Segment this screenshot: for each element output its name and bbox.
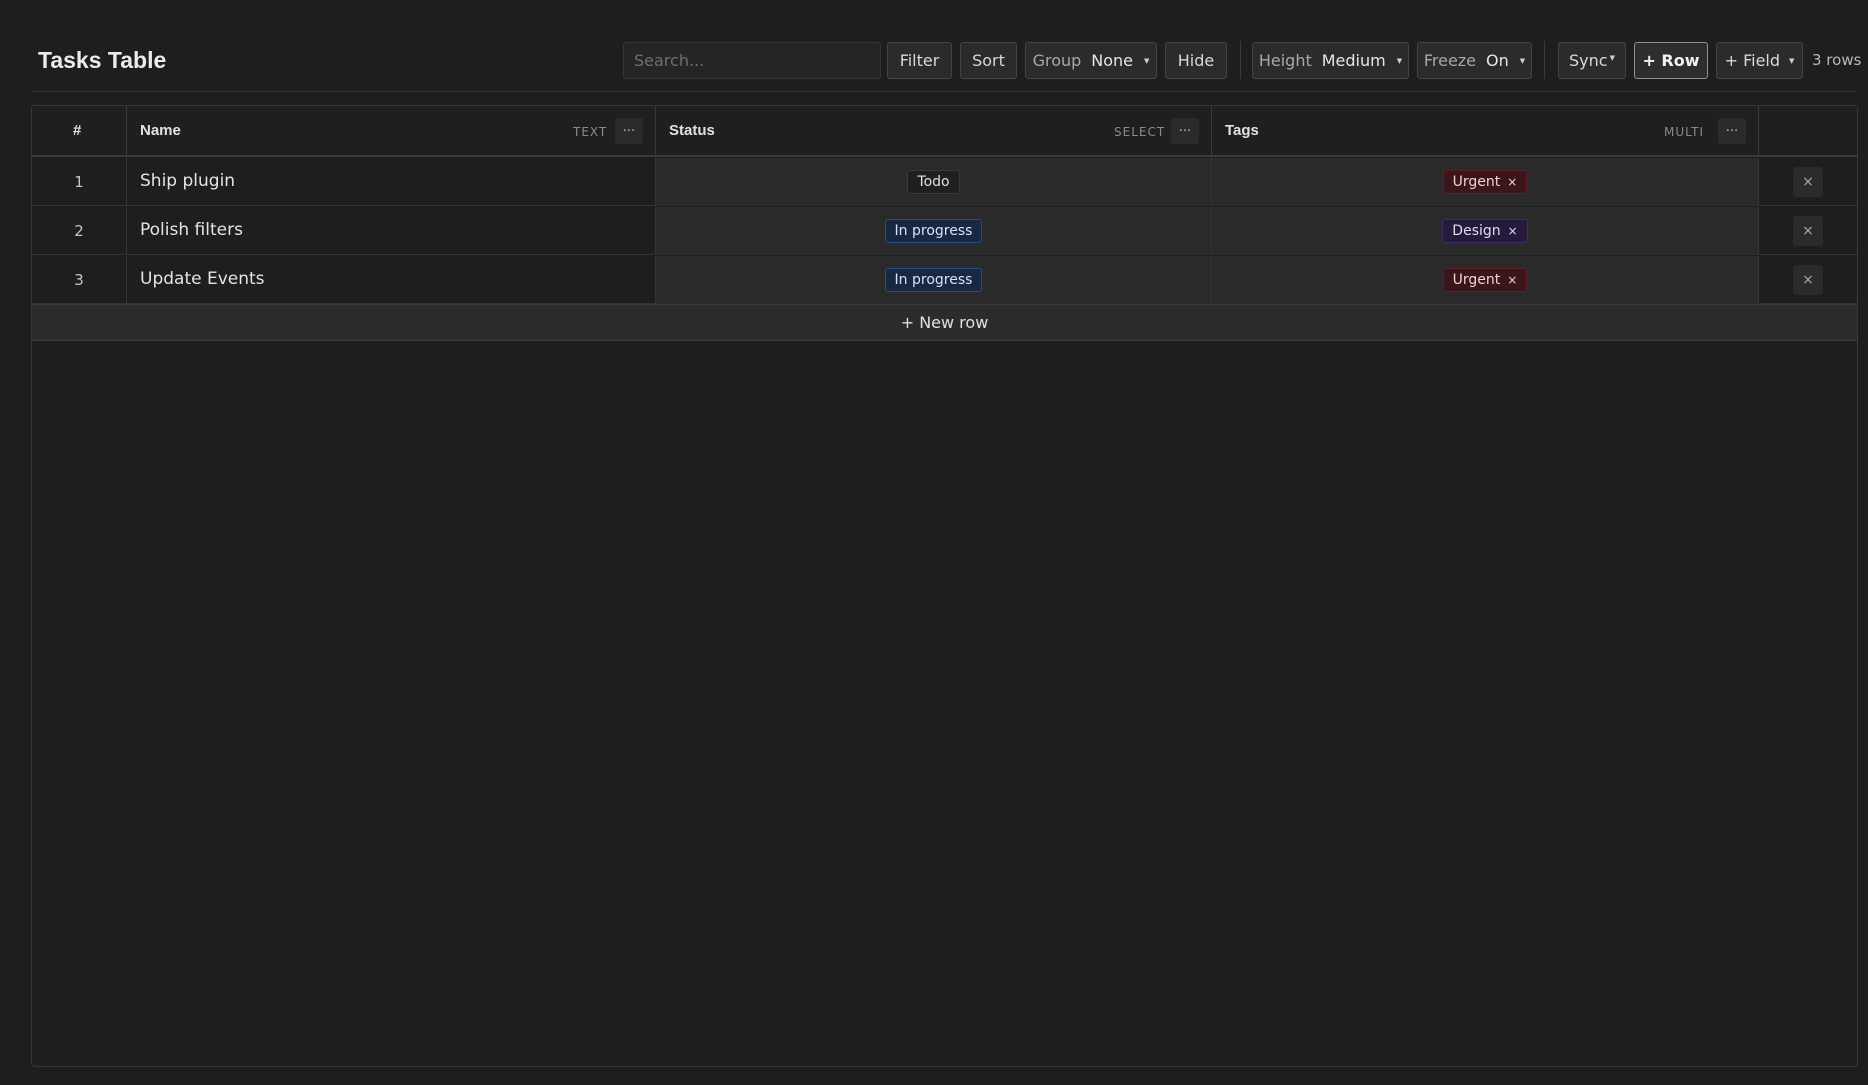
caret-down-icon: ▼ — [1789, 56, 1795, 65]
add-row-label: + Row — [1642, 51, 1700, 70]
name-text: Update Events — [140, 269, 265, 289]
freeze-label: Freeze — [1423, 51, 1477, 70]
sync-label: Sync — [1569, 51, 1608, 70]
caret-down-icon: ▼ — [1144, 56, 1150, 65]
height-dropdown[interactable]: Height Medium ▼ — [1252, 42, 1409, 79]
status-cell[interactable]: Todo — [656, 158, 1212, 206]
table-grid: # Name TEXT ··· Status SELECT ··· Tags M… — [31, 105, 1858, 1067]
hide-button[interactable]: Hide — [1165, 42, 1227, 79]
filter-button-label: Filter — [899, 51, 940, 70]
column-header-index: # — [32, 106, 127, 157]
status-pill[interactable]: In progress — [884, 268, 983, 292]
column-header-actions — [1759, 106, 1857, 157]
tag-label: Urgent — [1452, 272, 1501, 288]
height-value: Medium — [1321, 51, 1386, 70]
tag-chip[interactable]: Urgent × — [1442, 170, 1528, 194]
column-header-label: Status — [669, 122, 715, 139]
caret-down-icon: ▼ — [1396, 56, 1403, 65]
name-cell[interactable]: Ship plugin — [127, 158, 656, 206]
toolbar-header: Tasks Table Filter Sort Group None ▼ Hid… — [31, 37, 1861, 92]
column-header-tags[interactable]: Tags MULTI ··· — [1212, 106, 1759, 157]
tag-chip[interactable]: Design × — [1442, 219, 1528, 243]
row-number: 2 — [32, 207, 127, 255]
more-horizontal-icon[interactable]: ··· — [1718, 118, 1746, 144]
caret-down-icon: ▼ — [1609, 53, 1615, 62]
delete-row-button[interactable]: × — [1793, 216, 1823, 246]
column-header-label: # — [73, 122, 82, 139]
freeze-value: On — [1486, 51, 1509, 70]
status-pill[interactable]: Todo — [907, 170, 960, 194]
table-row: 2 Polish filters In progress Design × × — [32, 207, 1857, 255]
column-type-label: MULTI — [1664, 125, 1705, 139]
close-icon[interactable]: × — [1508, 224, 1518, 238]
tag-chip[interactable]: Urgent × — [1442, 268, 1528, 292]
new-row-button[interactable]: + New row — [32, 304, 1857, 341]
close-icon[interactable]: × — [1507, 175, 1517, 189]
more-horizontal-icon[interactable]: ··· — [615, 118, 643, 144]
name-cell[interactable]: Polish filters — [127, 207, 656, 255]
column-type-label: TEXT — [573, 125, 608, 139]
page-title: Tasks Table — [38, 47, 167, 73]
delete-row-button[interactable]: × — [1793, 167, 1823, 197]
sort-button[interactable]: Sort — [960, 42, 1017, 79]
tags-cell[interactable]: Urgent × — [1212, 158, 1759, 206]
close-icon[interactable]: × — [1507, 273, 1517, 287]
delete-cell: × — [1759, 158, 1857, 206]
search-input[interactable] — [623, 42, 881, 79]
row-number: 1 — [32, 158, 127, 206]
status-cell[interactable]: In progress — [656, 256, 1212, 304]
more-horizontal-icon[interactable]: ··· — [1171, 118, 1199, 144]
delete-cell: × — [1759, 207, 1857, 255]
sync-dropdown[interactable]: Sync ▼ — [1558, 42, 1626, 79]
tags-cell[interactable]: Design × — [1212, 207, 1759, 255]
column-header-label: Name — [140, 122, 181, 139]
column-header-label: Tags — [1225, 122, 1259, 139]
freeze-dropdown[interactable]: Freeze On ▼ — [1417, 42, 1532, 79]
column-header-status[interactable]: Status SELECT ··· — [656, 106, 1212, 157]
status-pill[interactable]: In progress — [884, 219, 983, 243]
filter-button[interactable]: Filter — [887, 42, 952, 79]
hide-button-label: Hide — [1177, 51, 1215, 70]
group-value: None — [1091, 51, 1134, 70]
caret-down-icon: ▼ — [1519, 56, 1526, 65]
group-label: Group — [1032, 51, 1082, 70]
toolbar-divider — [1240, 41, 1241, 79]
table-row: 3 Update Events In progress Urgent × × — [32, 256, 1857, 304]
row-count: 3 rows — [1812, 51, 1862, 69]
tags-cell[interactable]: Urgent × — [1212, 256, 1759, 304]
add-field-dropdown[interactable]: + Field ▼ — [1716, 42, 1803, 79]
name-text: Polish filters — [140, 220, 243, 240]
add-field-label: + Field — [1724, 51, 1781, 70]
add-row-button[interactable]: + Row — [1634, 42, 1708, 79]
status-cell[interactable]: In progress — [656, 207, 1212, 255]
column-type-label: SELECT — [1114, 125, 1166, 139]
name-cell[interactable]: Update Events — [127, 256, 656, 304]
table-row: 1 Ship plugin Todo Urgent × × — [32, 158, 1857, 206]
sort-button-label: Sort — [972, 51, 1005, 70]
tag-label: Design — [1452, 223, 1501, 239]
group-dropdown[interactable]: Group None ▼ — [1025, 42, 1157, 79]
tag-label: Urgent — [1452, 174, 1501, 190]
column-header-name[interactable]: Name TEXT ··· — [127, 106, 656, 157]
delete-cell: × — [1759, 256, 1857, 304]
delete-row-button[interactable]: × — [1793, 265, 1823, 295]
height-label: Height — [1258, 51, 1312, 70]
toolbar-divider — [1544, 41, 1545, 79]
row-number: 3 — [32, 256, 127, 304]
name-text: Ship plugin — [140, 171, 236, 191]
